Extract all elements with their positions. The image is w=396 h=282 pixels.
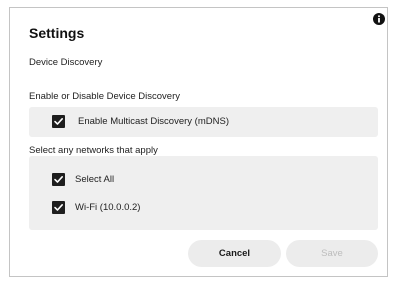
dialog-title: Settings (29, 25, 85, 41)
mdns-checkbox[interactable] (52, 115, 65, 128)
settings-dialog: Settings Device Discovery Enable or Disa… (9, 7, 388, 277)
mdns-checkbox-label: Enable Multicast Discovery (mDNS) (78, 116, 229, 127)
discovery-section-label: Enable or Disable Device Discovery (29, 91, 181, 102)
save-button[interactable]: Save (286, 240, 378, 267)
mdns-checkbox-row[interactable]: Enable Multicast Discovery (mDNS) (52, 115, 229, 128)
info-icon[interactable] (373, 12, 385, 25)
select-all-checkbox[interactable] (52, 173, 65, 186)
cancel-button[interactable]: Cancel (188, 240, 281, 267)
checkmark-icon (54, 176, 63, 183)
networks-section-label: Select any networks that apply (29, 145, 158, 156)
discovery-panel: Enable Multicast Discovery (mDNS) (29, 107, 378, 137)
select-all-checkbox-row[interactable]: Select All (52, 173, 114, 186)
wifi-checkbox-row[interactable]: Wi-Fi (10.0.0.2) (52, 201, 140, 214)
wifi-checkbox[interactable] (52, 201, 65, 214)
checkmark-icon (54, 204, 63, 211)
wifi-network-label: Wi-Fi (10.0.0.2) (75, 202, 141, 213)
checkmark-icon (54, 118, 63, 125)
select-all-label: Select All (75, 174, 115, 185)
networks-panel: Select All Wi-Fi (10.0.0.2) (29, 156, 378, 230)
dialog-subtitle: Device Discovery (29, 57, 103, 68)
